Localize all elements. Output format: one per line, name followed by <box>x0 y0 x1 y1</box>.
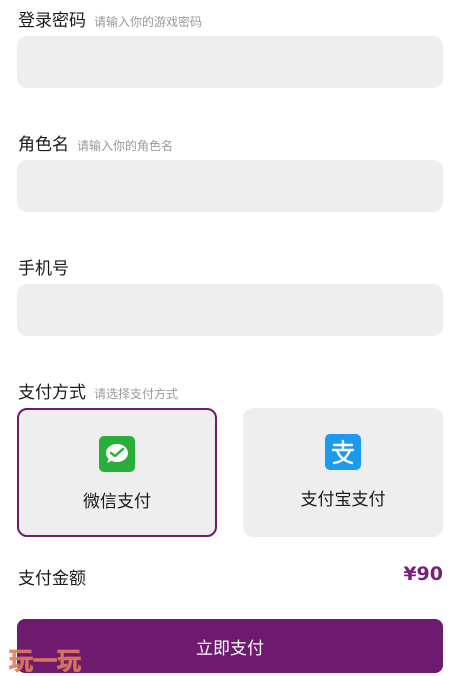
password-label-row: 登录密码 请输入你的游戏密码 <box>18 6 202 31</box>
watermark-logo: 玩一玩 <box>9 647 82 676</box>
password-hint: 请输入你的游戏密码 <box>94 15 203 29</box>
wechat-pay-option[interactable]: 微信支付 <box>17 408 217 537</box>
password-label: 登录密码 <box>18 11 86 31</box>
role-label: 角色名 <box>18 135 69 155</box>
phone-label-row: 手机号 <box>18 254 69 279</box>
wechat-pay-label: 微信支付 <box>83 492 151 512</box>
watermark-text: 玩一玩 <box>9 647 81 675</box>
amount-value: ¥90 <box>403 563 443 585</box>
payment-hint: 请选择支付方式 <box>94 387 179 401</box>
role-name-input[interactable] <box>17 160 443 212</box>
alipay-icon <box>325 434 361 470</box>
payment-label: 支付方式 <box>18 383 86 403</box>
phone-label: 手机号 <box>18 259 69 279</box>
wechat-pay-icon <box>99 436 135 472</box>
role-hint: 请输入你的角色名 <box>77 139 174 153</box>
amount-label: 支付金额 <box>18 569 86 589</box>
alipay-option[interactable]: 支付宝支付 <box>243 408 443 537</box>
password-input[interactable] <box>17 36 443 88</box>
alipay-label: 支付宝支付 <box>300 490 386 510</box>
phone-input[interactable] <box>17 284 443 336</box>
payment-label-row: 支付方式 请选择支付方式 <box>18 378 178 403</box>
role-label-row: 角色名 请输入你的角色名 <box>18 130 173 155</box>
